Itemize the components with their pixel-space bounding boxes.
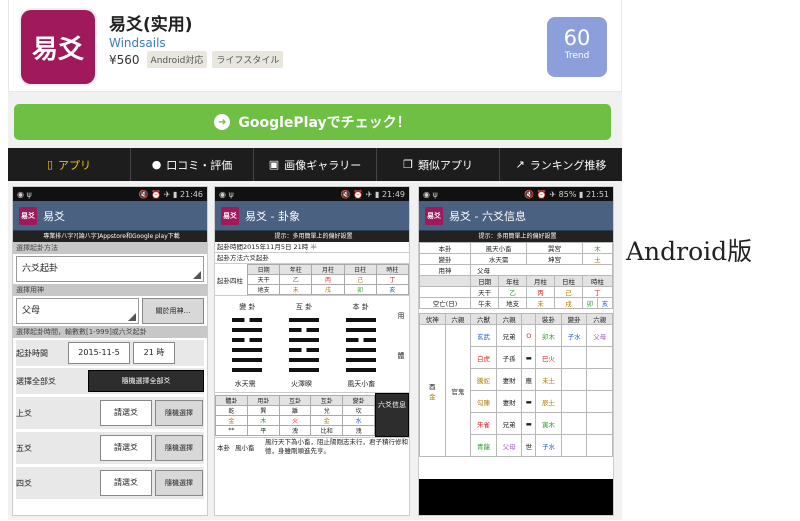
- price: ¥560: [109, 52, 140, 67]
- screenshot-3[interactable]: ◉ ψ 🔇 ⏰ ✈ 85% ▮ 21:51 易爻 易爻 - 六爻信息 提示：多用…: [418, 186, 614, 516]
- liuyao-info-button[interactable]: 六爻信息: [375, 393, 409, 437]
- info-time: 起卦時間2015年11月5日 21時 半: [215, 242, 409, 253]
- tag-category[interactable]: ライフスタイル: [212, 51, 284, 68]
- status-bar: ◉ ψ 🔇 ⏰ ✈ ▮ 21:49: [215, 187, 409, 201]
- yao-label: 五爻: [16, 443, 32, 453]
- status-time: 🔇 ⏰ ✈ 85% ▮ 21:51: [524, 189, 609, 199]
- bengua-text: 風行天下為小畜，阻止陽剛志未行，君子積行修和德，身雖剛順進先亨。: [265, 438, 408, 455]
- tip-banner[interactable]: 提示：多用簡單上的偏好設置: [419, 231, 613, 242]
- time-label: 起卦時間: [16, 348, 48, 358]
- yao-label: 上爻: [16, 408, 32, 418]
- trend-label: Trend: [564, 51, 590, 61]
- select-yao-button[interactable]: 請選爻: [100, 400, 152, 426]
- hexagram-mutual: 互 卦: [279, 302, 329, 375]
- screenshot-2[interactable]: ◉ ψ 🔇 ⏰ ✈ ▮ 21:49 易爻 易爻 - 卦象 提示：多用簡單上的偏好…: [214, 186, 410, 516]
- status-time: 🔇 ⏰ ✈ ▮ 21:49: [340, 189, 405, 199]
- app-icon[interactable]: 易爻: [21, 10, 95, 84]
- yongshen-select[interactable]: 父母: [16, 298, 139, 324]
- status-icons-left: ◉ ψ: [423, 189, 438, 199]
- tip-banner[interactable]: 提示：多用簡單上的偏好設置: [215, 231, 409, 242]
- date-button[interactable]: 2015-11-5: [68, 342, 130, 364]
- yao-label: 四爻: [16, 478, 32, 488]
- title-bar: 易爻 易爻 - 卦象: [215, 201, 409, 231]
- status-time: 🔇 ⏰ ✈ ▮ 21:46: [138, 189, 203, 199]
- yongshen-label: 選擇用神: [13, 284, 207, 296]
- hexagram-info-table: 本卦 風天小畜 巽宮木 變卦 水天需 坤宮土 用神 父母 日期 年柱 月柱 日柱 時柱 天干乙丙己…: [419, 242, 613, 309]
- copy-icon: ❐: [403, 158, 413, 171]
- method-select[interactable]: 六爻起卦: [16, 256, 204, 282]
- status-icons-left: ◉ ψ: [17, 189, 32, 199]
- pillar-label: 起卦四柱: [217, 276, 243, 285]
- hour-button[interactable]: 21 時: [133, 342, 175, 364]
- number-label: 選擇起卦時間，輸數數[1-999]或六爻起卦: [13, 326, 207, 338]
- trend-value: 60: [563, 26, 591, 50]
- trend-badge[interactable]: 60 Trend: [547, 17, 607, 77]
- method-label: 選擇起卦方法: [13, 242, 207, 254]
- pillar-table: 日期 年柱 月柱 日柱 時柱 天干乙丙己丁 地支未戌卯亥: [246, 264, 409, 295]
- tab-reviews[interactable]: ● 口コミ・評価: [131, 148, 254, 181]
- tab-bar: ▯ アプリ ● 口コミ・評価 ▣ 画像ギャラリー ❐ 類似アプリ ↗ ランキング…: [8, 148, 622, 181]
- side-words: 用體: [397, 312, 405, 360]
- tab-label: ランキング推移: [529, 158, 607, 172]
- screen-title: 易爻 - 六爻信息: [449, 209, 526, 223]
- hexagram-changed: 變 卦: [222, 302, 272, 375]
- tab-label: 口コミ・評価: [166, 158, 233, 172]
- app-mini-icon: 易爻: [221, 206, 239, 225]
- hexagram-area: 變 卦 互 卦 本 卦: [215, 298, 393, 375]
- status-bar: ◉ ψ 🔇 ⏰ ✈ ▮ 21:46: [13, 187, 207, 201]
- hexagram-original: 本 卦: [336, 302, 386, 375]
- hexagram-names: 水天需 火澤睽 風天小畜: [215, 376, 409, 393]
- bengua-name: 風小畜: [235, 444, 255, 452]
- tab-ranking[interactable]: ↗ ランキング推移: [500, 148, 622, 181]
- random-yao-button[interactable]: 隨機選擇: [155, 400, 203, 426]
- all-yao-label: 選擇全部爻: [16, 376, 56, 386]
- bengua-label: 本卦: [217, 444, 230, 452]
- liuyao-grid: 伏神 六親 六獸 六親 裝卦 變卦 六親 酉金官鬼 玄武 兄弟 O 卯木 子水 父母 白虎 子孫 ▬ 巳火 騰…: [419, 313, 613, 457]
- select-yao-button[interactable]: 請選爻: [100, 435, 152, 461]
- tag-android[interactable]: Android対応: [146, 51, 208, 68]
- title-bar: 易爻 易爻: [13, 201, 207, 231]
- ad-banner[interactable]: 專業排八字?[論八字]Appstore和Google play下載: [13, 231, 207, 242]
- random-all-button[interactable]: 隨機選擇全部爻: [88, 370, 204, 392]
- tab-label: 画像ギャラリー: [284, 158, 362, 172]
- screen-title: 易爻: [43, 209, 65, 223]
- price-row: ¥560 Android対応 ライフスタイル: [109, 51, 284, 68]
- image-icon: ▣: [268, 158, 280, 171]
- googleplay-button[interactable]: ➜ GooglePlayでチェック！: [14, 104, 611, 140]
- status-icons-left: ◉ ψ: [219, 189, 234, 199]
- app-mini-icon: 易爻: [425, 206, 443, 225]
- title-bar: 易爻 易爻 - 六爻信息: [419, 201, 613, 231]
- tab-app[interactable]: ▯ アプリ: [8, 148, 131, 181]
- tab-gallery[interactable]: ▣ 画像ギャラリー: [254, 148, 377, 181]
- tab-similar[interactable]: ❐ 類似アプリ: [377, 148, 500, 181]
- screenshot-1[interactable]: ◉ ψ 🔇 ⏰ ✈ ▮ 21:46 易爻 易爻 專業排八字?[論八字]Appst…: [12, 186, 208, 516]
- nav-area: [419, 479, 613, 515]
- app-header: 易爻 易爻(实用) Windsails ¥560 Android対応 ライフスタ…: [8, 0, 622, 92]
- app-mini-icon: 易爻: [19, 206, 37, 225]
- chart-icon: ↗: [515, 158, 525, 171]
- screen-title: 易爻 - 卦象: [245, 209, 300, 223]
- arrow-right-icon: ➜: [214, 114, 231, 130]
- info-method: 起卦方法六爻起卦: [215, 253, 409, 264]
- random-yao-button[interactable]: 隨機選擇: [155, 470, 203, 496]
- about-yongshen-button[interactable]: 關於用神…: [142, 298, 204, 324]
- status-bar: ◉ ψ 🔇 ⏰ ✈ 85% ▮ 21:51: [419, 187, 613, 201]
- body-use-table: 體卦 用卦 互卦 互卦 變卦 乾巽離兌坎 金木火金水 ** 平洩比和洩: [215, 394, 375, 436]
- select-yao-button[interactable]: 請選爻: [100, 470, 152, 496]
- phone-icon: ▯: [46, 158, 54, 171]
- developer-link[interactable]: Windsails: [109, 36, 166, 50]
- app-title[interactable]: 易爻(实用): [109, 10, 193, 35]
- tab-label: 類似アプリ: [417, 158, 473, 172]
- random-yao-button[interactable]: 隨機選擇: [155, 435, 203, 461]
- platform-label: Android版: [626, 237, 753, 266]
- speech-bubble-icon: ●: [151, 158, 162, 171]
- googleplay-label: GooglePlayでチェック！: [238, 115, 411, 131]
- tab-label: アプリ: [58, 158, 92, 172]
